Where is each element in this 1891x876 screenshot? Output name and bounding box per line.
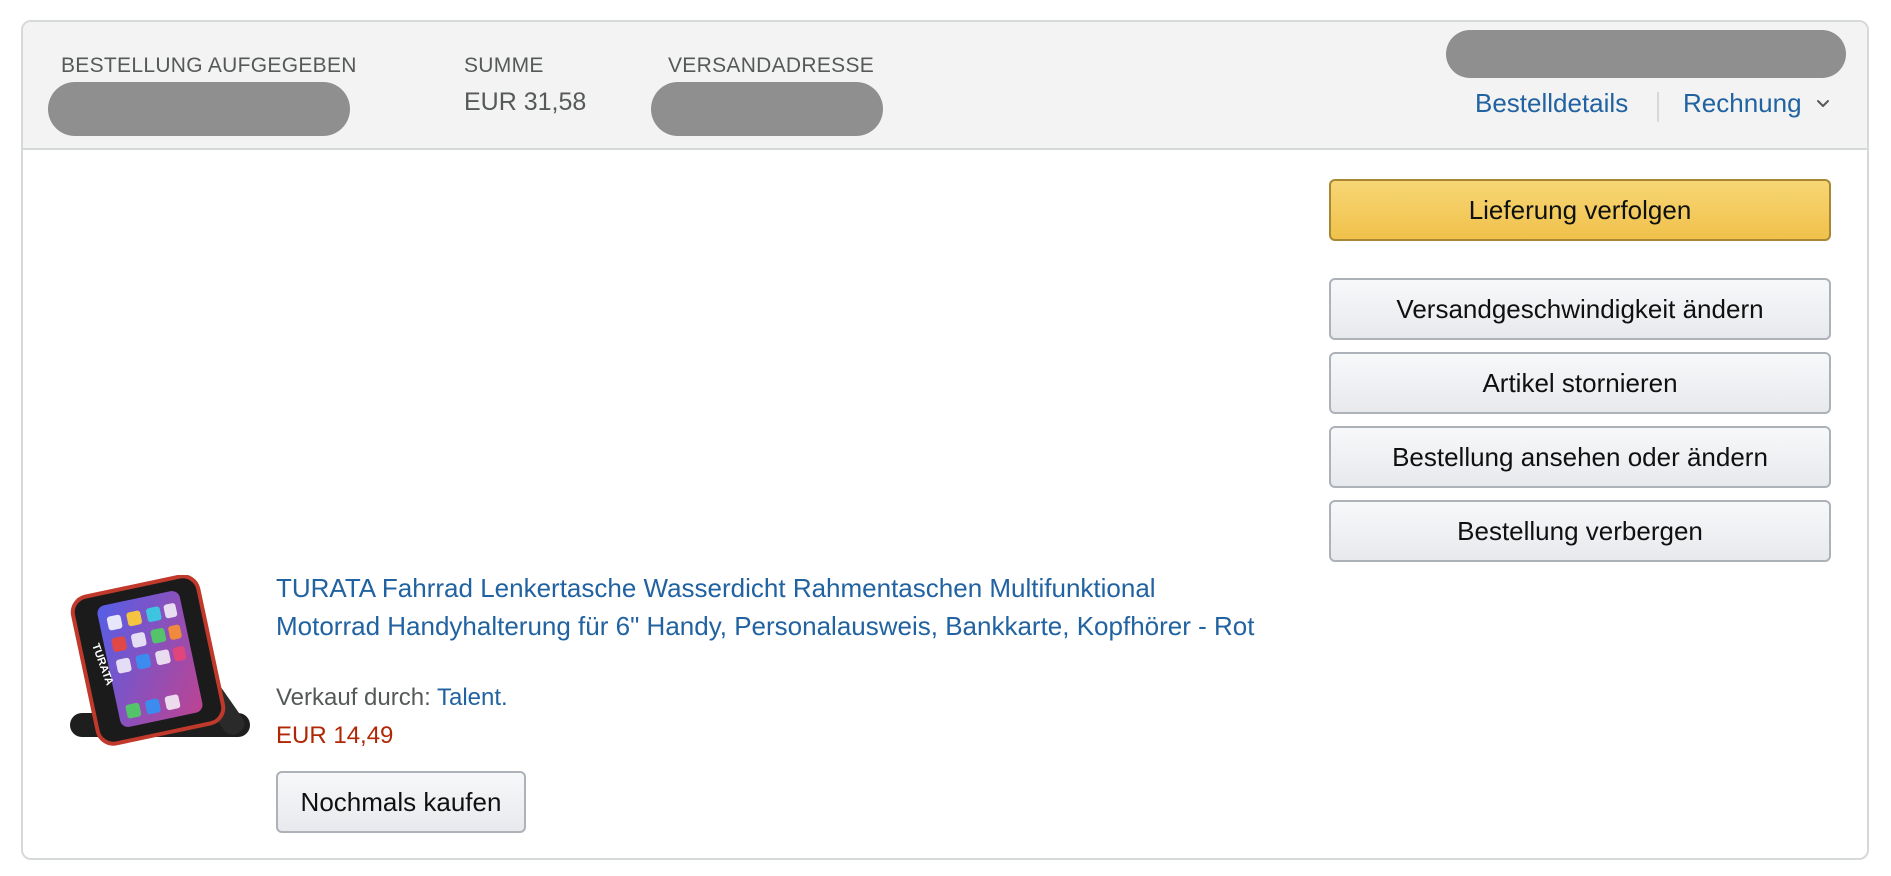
seller-link[interactable]: Talent. (437, 684, 508, 711)
total-label: SUMME (464, 54, 544, 77)
product-image[interactable]: TURATA (70, 575, 250, 755)
order-card: BESTELLUNG AUFGEGEBEN SUMME EUR 31,58 VE… (21, 20, 1869, 860)
sold-by-label: Verkauf durch: (276, 684, 437, 711)
product-title-link[interactable]: TURATA Fahrrad Lenkertasche Wasserdicht … (276, 569, 1256, 645)
header-link-divider (1657, 92, 1659, 122)
buy-again-button[interactable]: Nochmals kaufen (276, 771, 526, 833)
archive-order-button[interactable]: Bestellung verbergen (1329, 500, 1831, 562)
chevron-down-icon[interactable] (1815, 96, 1831, 112)
order-header: BESTELLUNG AUFGEGEBEN SUMME EUR 31,58 VE… (23, 22, 1867, 150)
order-placed-label: BESTELLUNG AUFGEGEBEN (61, 54, 357, 77)
total-value: EUR 31,58 (464, 88, 587, 116)
seller-line: Verkauf durch: Talent. (276, 684, 508, 712)
invoice-link[interactable]: Rechnung (1683, 88, 1802, 119)
track-package-button[interactable]: Lieferung verfolgen (1329, 179, 1831, 241)
order-details-link[interactable]: Bestelldetails (1475, 88, 1628, 119)
item-price: EUR 14,49 (276, 722, 394, 749)
view-or-edit-order-button[interactable]: Bestellung ansehen oder ändern (1329, 426, 1831, 488)
cancel-items-button[interactable]: Artikel stornieren (1329, 352, 1831, 414)
change-shipping-speed-button[interactable]: Versandgeschwindigkeit ändern (1329, 278, 1831, 340)
ship-to-label: VERSANDADRESSE (668, 54, 875, 77)
order-number-redacted (1446, 30, 1846, 78)
order-date-redacted (48, 82, 350, 136)
ship-to-redacted (651, 82, 883, 136)
